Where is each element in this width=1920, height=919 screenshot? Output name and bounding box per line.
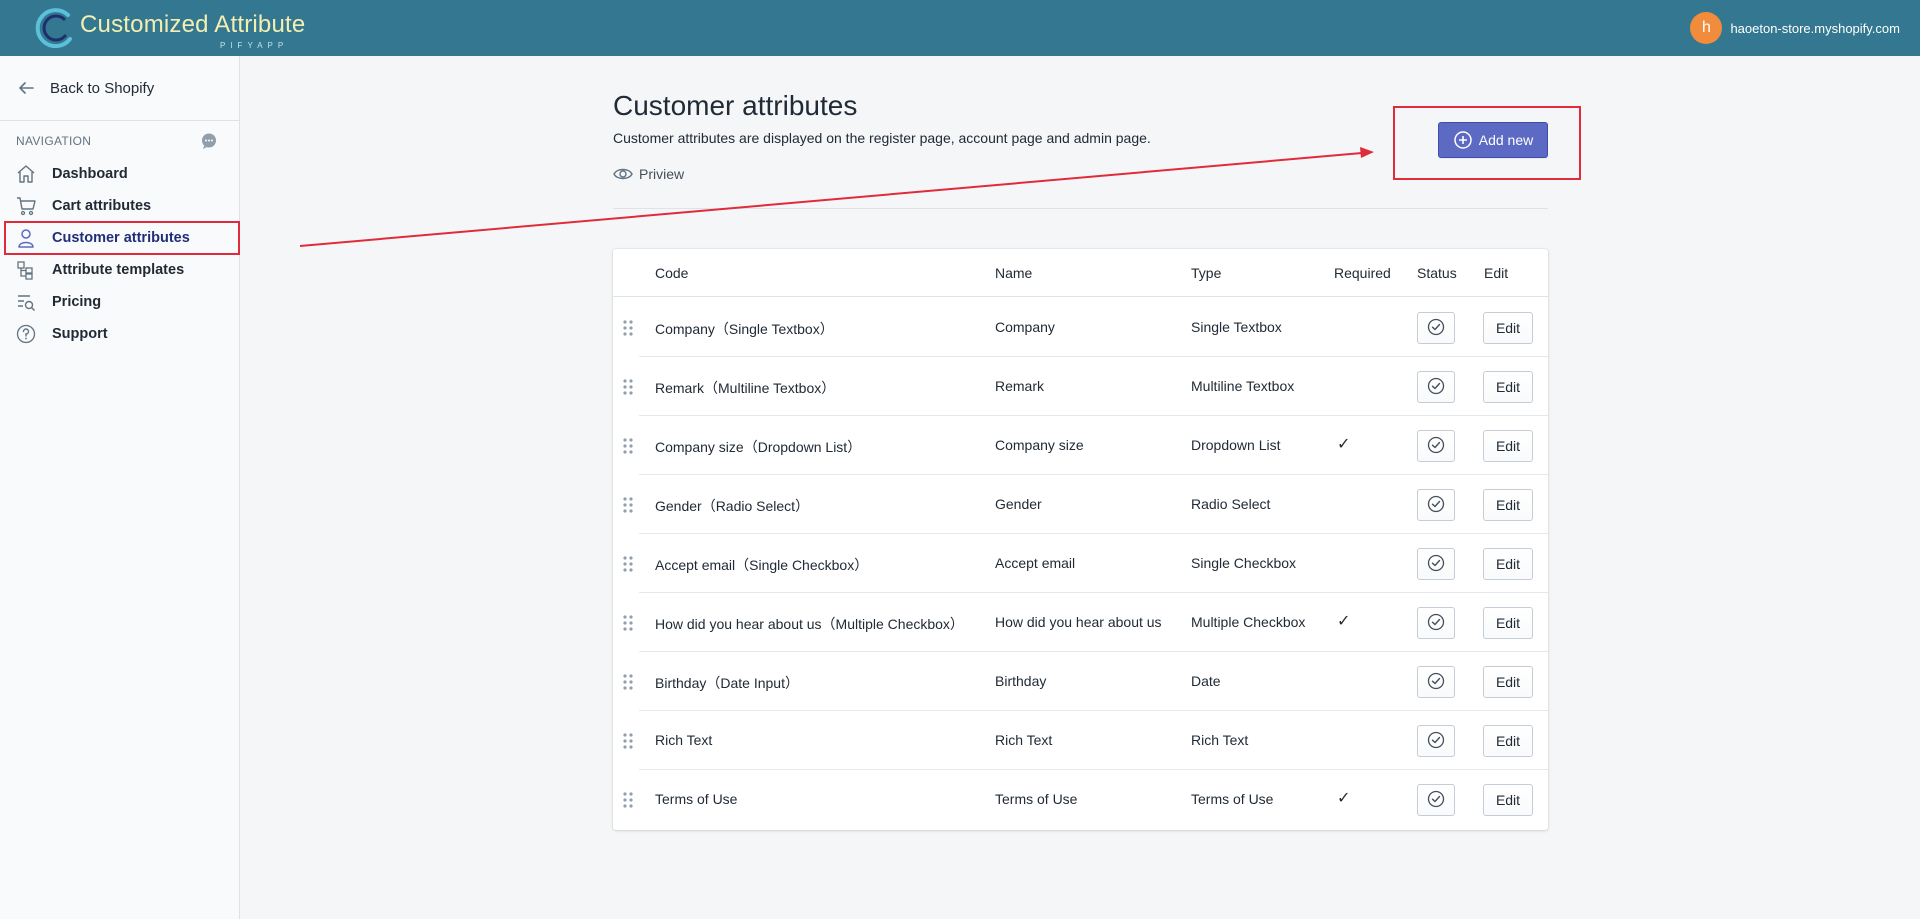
annotation-arrow	[299, 147, 1374, 247]
